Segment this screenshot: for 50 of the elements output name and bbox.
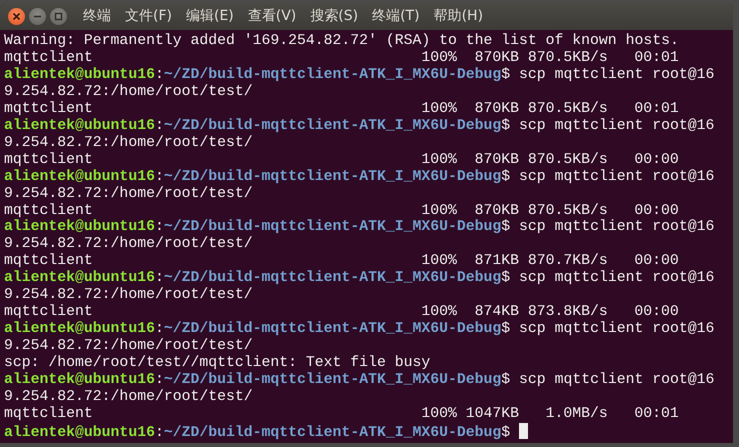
menu-item[interactable]: 编辑(E) [176, 6, 234, 27]
transfer-time: 00:01 [634, 100, 679, 118]
transfer-size: 874KB [474, 304, 519, 321]
output-line: scp: /home/root/test//mqttclient: Text file busy [4, 355, 432, 372]
transfer-size: 870KB [474, 100, 519, 118]
file-name: mqttclient [4, 304, 94, 321]
transfer-size: 871KB [474, 253, 519, 270]
maximize-button[interactable] [50, 8, 67, 25]
file-name: mqttclient [4, 50, 94, 67]
menu-item[interactable]: 搜索(S) [300, 6, 358, 27]
menu-item[interactable]: 帮助(H) [424, 6, 484, 27]
file-name: mqttclient [4, 253, 94, 270]
transfer-time: 00:00 [634, 202, 679, 219]
file-name: mqttclient [4, 100, 94, 118]
maximize-icon [54, 12, 63, 21]
menu-item[interactable]: 查看(V) [238, 6, 296, 27]
transfer-rate: 870.5KB/s [528, 50, 608, 67]
command-line: alientek@ubuntu16:~/ZD/build-mqttclient-ATK_I_MX6U-Debug$ [4, 422, 718, 442]
transfer-percent: 100% [421, 304, 457, 321]
transfer-size: 870KB [474, 50, 519, 67]
transfer-rate: 873.8KB/s [528, 304, 608, 321]
transfer-size: 870KB [474, 202, 519, 219]
transfer-percent: 100% [421, 253, 457, 270]
transfer-percent: 100% [421, 406, 457, 423]
close-icon [12, 12, 21, 21]
transfer-rate: 870.5KB/s [528, 152, 608, 169]
transfer-rate: 870.5KB/s [528, 202, 608, 219]
transfer-percent: 100% [421, 202, 457, 219]
transfer-time: 00:00 [634, 152, 679, 169]
transfer-time: 00:01 [634, 50, 679, 67]
transfer-time: 00:01 [634, 406, 679, 423]
file-name: mqttclient [4, 202, 94, 219]
menu-item[interactable]: 终端(T) [362, 6, 420, 27]
transfer-percent: 100% [421, 100, 457, 118]
transfer-rate: 1.0MB/s [544, 406, 608, 423]
file-name: mqttclient [4, 406, 94, 423]
close-button[interactable] [8, 8, 25, 25]
transfer-time: 00:00 [634, 253, 679, 270]
output-line: Warning: Permanently added '169.254.82.72' (RSA) to the list of known hosts. [4, 33, 680, 50]
minimize-button[interactable] [29, 8, 46, 25]
transfer-size: 1047KB [466, 406, 519, 423]
transfer-time: 00:00 [634, 304, 679, 321]
transfer-rate: 870.7KB/s [528, 253, 608, 270]
transfer-percent: 100% [421, 152, 457, 169]
file-name: mqttclient [4, 152, 94, 169]
transfer-size: 870KB [474, 152, 519, 169]
transfer-percent: 100% [421, 50, 457, 67]
transfer-rate: 870.5KB/s [528, 100, 608, 118]
menu-item[interactable]: 文件(F) [115, 6, 172, 27]
window-title: 终端 [83, 7, 111, 26]
